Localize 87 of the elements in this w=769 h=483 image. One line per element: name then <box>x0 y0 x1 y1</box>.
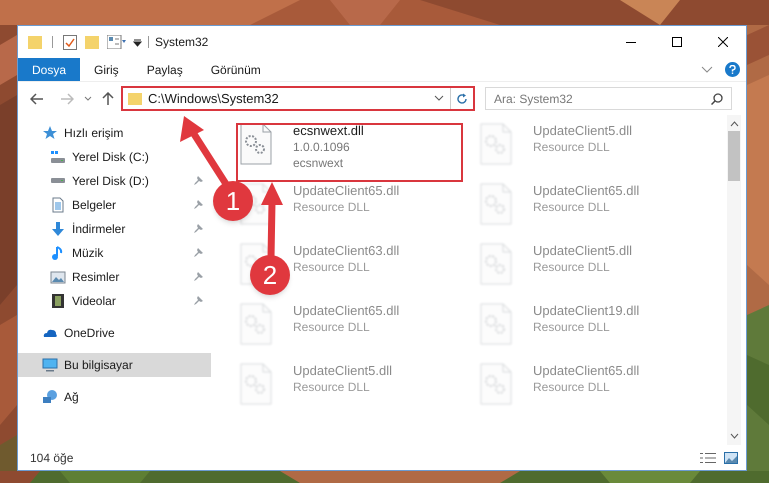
pin-icon <box>193 200 203 210</box>
item-count: 104 öğe <box>30 450 74 466</box>
caret-icon[interactable] <box>133 38 142 46</box>
nav-label: Yerel Disk (C:) <box>72 149 150 166</box>
nav-label: Ağ <box>64 389 80 406</box>
maximize-icon <box>672 37 682 47</box>
file-gears-icon <box>479 363 513 405</box>
folder-icon <box>128 92 142 106</box>
scroll-up-icon[interactable] <box>730 121 738 127</box>
pin-icon <box>193 248 203 258</box>
drive-icon <box>50 149 66 165</box>
star-icon <box>42 125 58 141</box>
search-field[interactable]: Ara: System32 <box>485 87 732 110</box>
nav-item[interactable]: Belgeler <box>18 193 211 217</box>
nav-label: İndirmeler <box>72 221 126 238</box>
file-description: Resource DLL <box>293 319 371 335</box>
up-arrow-icon[interactable] <box>102 92 114 106</box>
ribbon-tab[interactable]: Paylaş <box>132 58 197 81</box>
chevron-down-icon[interactable] <box>701 66 713 74</box>
back-arrow-icon[interactable] <box>30 92 44 104</box>
help-icon[interactable] <box>725 62 740 77</box>
nav-label: Bu bilgisayar <box>64 357 134 374</box>
chevron-down-icon[interactable] <box>434 95 444 102</box>
drive-icon <box>50 178 66 184</box>
tiles-view-icon[interactable] <box>724 452 738 464</box>
file-description: Resource DLL <box>293 199 371 215</box>
pin-icon <box>193 224 203 234</box>
document-icon <box>50 197 66 213</box>
nav-item[interactable]: Müzik <box>18 241 211 265</box>
nav-label: Müzik <box>72 245 104 262</box>
file-gears-icon <box>239 363 273 405</box>
file-description: Resource DLL <box>533 199 611 215</box>
nav-item[interactable]: Yerel Disk (C:) <box>18 145 211 169</box>
details-view-icon[interactable] <box>700 452 716 464</box>
file-description: Resource DLL <box>533 259 611 275</box>
film-icon <box>50 293 66 309</box>
file-description: Resource DLL <box>293 259 371 275</box>
nav-label: Hızlı erişim <box>64 125 124 142</box>
refresh-icon[interactable] <box>456 92 468 104</box>
window-title: System32 <box>155 34 208 51</box>
nav-label: Yerel Disk (D:) <box>72 173 150 190</box>
ribbon-tab[interactable]: Dosya <box>18 58 80 81</box>
network-icon <box>42 389 58 405</box>
file-version: 1.0.0.1096 <box>293 139 351 155</box>
monitor-icon <box>42 357 58 373</box>
pin-icon <box>193 272 203 282</box>
file-name[interactable]: ecsnwext.dll <box>293 123 364 139</box>
picture-icon <box>50 269 66 285</box>
ribbon-tab[interactable]: Görünüm <box>196 58 275 81</box>
search-icon <box>711 92 723 104</box>
file-description: Resource DLL <box>533 319 611 335</box>
nav-item[interactable]: OneDrive <box>18 321 211 345</box>
nav-item[interactable]: Ağ <box>18 385 211 409</box>
nav-item[interactable]: Videolar <box>18 289 211 313</box>
file-gears-icon <box>479 303 513 345</box>
pin-icon <box>193 176 203 186</box>
file-description: Resource DLL <box>533 139 611 155</box>
file-gears-icon <box>479 243 513 285</box>
properties-icon[interactable] <box>107 35 127 49</box>
nav-item[interactable]: Resimler <box>18 265 211 289</box>
scrollbar[interactable] <box>727 115 741 445</box>
scroll-down-icon[interactable] <box>730 433 738 439</box>
file-gears-icon <box>479 123 513 165</box>
folder-icon <box>28 34 42 50</box>
pin-icon <box>193 296 203 306</box>
file-description: Resource DLL <box>533 379 611 395</box>
nav-item[interactable]: Hızlı erişim <box>18 121 211 145</box>
file-gears-icon <box>479 183 513 225</box>
file-description: ecsnwext <box>293 155 344 171</box>
nav-item[interactable]: Bu bilgisayar <box>18 353 211 377</box>
file-gears-icon <box>239 303 273 345</box>
scroll-thumb[interactable] <box>728 131 740 181</box>
nav-label: OneDrive <box>64 325 116 342</box>
file-gears-icon <box>239 123 273 165</box>
nav-item[interactable]: İndirmeler <box>18 217 211 241</box>
checklist-icon[interactable] <box>63 34 77 50</box>
address-path: C:\Windows\System32 <box>148 90 280 108</box>
nav-label: Belgeler <box>72 197 118 214</box>
nav-item[interactable]: Yerel Disk (D:) <box>18 169 211 193</box>
file-description: Resource DLL <box>293 379 371 395</box>
nav-label: Videolar <box>72 293 117 310</box>
nav-label: Resimler <box>72 269 120 286</box>
close-icon <box>718 37 728 47</box>
search-input[interactable]: Ara: System32 <box>494 90 711 108</box>
address-field[interactable]: C:\Windows\System32 <box>121 86 475 111</box>
ribbon-tab[interactable]: Giriş <box>80 58 133 81</box>
download-arrow-icon <box>50 221 66 237</box>
